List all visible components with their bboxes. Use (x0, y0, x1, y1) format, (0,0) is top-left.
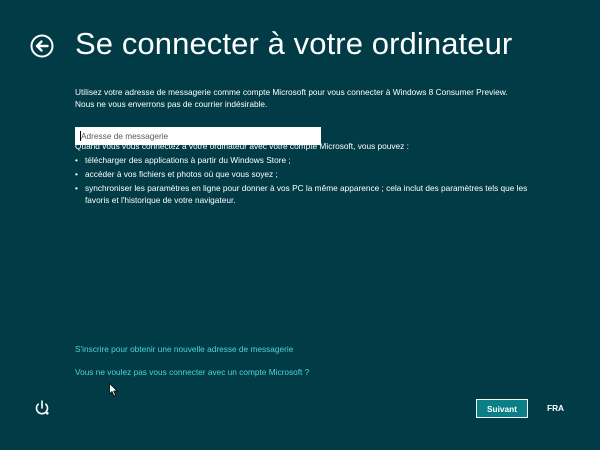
ease-of-access-icon (34, 400, 50, 416)
list-item: • synchroniser les paramètres en ligne p… (75, 182, 545, 206)
mouse-pointer-icon (109, 383, 119, 397)
benefit-text: télécharger des applications à partir du… (85, 155, 291, 165)
back-button[interactable] (30, 34, 54, 58)
bullet: • (75, 183, 78, 193)
benefit-text: synchroniser les paramètres en ligne pou… (85, 183, 528, 205)
bullet: • (75, 155, 78, 165)
list-item: • accéder à vos fichiers et photos où qu… (75, 168, 545, 180)
next-button[interactable]: Suivant (476, 399, 528, 418)
no-microsoft-account-link[interactable]: Vous ne voulez pas vous connecter avec u… (75, 367, 309, 377)
back-arrow-circle-icon (30, 34, 54, 58)
bullet: • (75, 169, 78, 179)
language-indicator[interactable]: FRA (547, 403, 564, 413)
list-item: • télécharger des applications à partir … (75, 154, 545, 166)
page-title: Se connecter à votre ordinateur (75, 26, 513, 61)
ease-of-access-button[interactable] (34, 400, 50, 416)
signup-link[interactable]: S'inscrire pour obtenir une nouvelle adr… (75, 344, 293, 354)
intro-text: Utilisez votre adresse de messagerie com… (75, 87, 508, 109)
benefit-text: accéder à vos fichiers et photos où que … (85, 169, 278, 179)
benefits-heading: Quand vous vous connectez à votre ordina… (75, 141, 409, 151)
